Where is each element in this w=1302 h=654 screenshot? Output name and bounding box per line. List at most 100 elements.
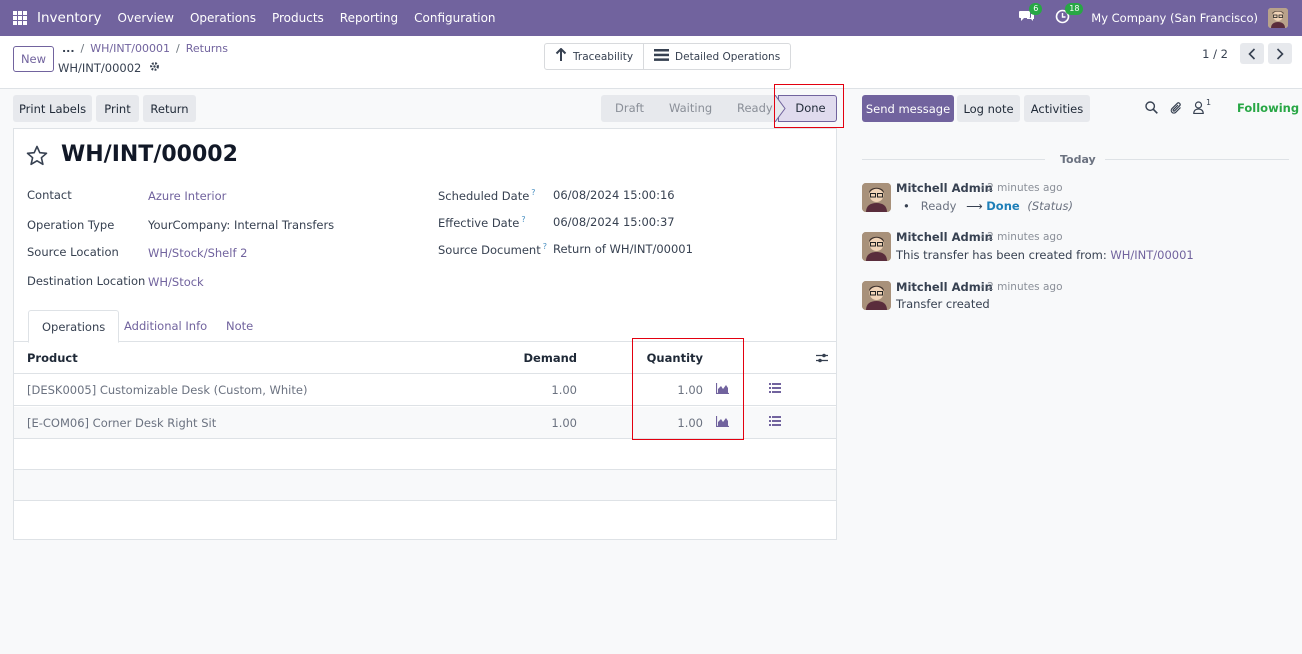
messages-badge: 6 bbox=[1029, 3, 1043, 15]
record-name: WH/INT/00002 bbox=[58, 61, 142, 75]
star-icon[interactable] bbox=[26, 145, 48, 169]
field-label-effective-date: Effective Date? bbox=[438, 215, 526, 230]
field-source-document[interactable]: Return of WH/INT/00001 bbox=[553, 242, 693, 256]
chevron-left-icon[interactable] bbox=[1240, 43, 1264, 64]
field-effective-date[interactable]: 06/08/2024 15:00:37 bbox=[553, 215, 675, 229]
pager-value[interactable]: 1 / 2 bbox=[1202, 47, 1228, 61]
row-product[interactable]: [DESK0005] Customizable Desk (Custom, Wh… bbox=[27, 374, 307, 406]
date-separator: Today bbox=[1060, 153, 1096, 166]
detailed-operations-button[interactable]: Detailed Operations bbox=[643, 44, 790, 69]
column-demand[interactable]: Demand bbox=[523, 342, 577, 374]
help-icon[interactable]: ? bbox=[521, 215, 525, 224]
field-contact[interactable]: Azure Interior bbox=[148, 189, 226, 203]
message-time: - 2 minutes ago bbox=[980, 281, 1063, 293]
menu-operations[interactable]: Operations bbox=[182, 11, 264, 25]
app-name[interactable]: Inventory bbox=[37, 10, 101, 26]
apps-grid-icon[interactable] bbox=[13, 11, 27, 25]
source-document-label-text: Source Document bbox=[438, 242, 541, 257]
message-time: - 2 minutes ago bbox=[980, 231, 1063, 243]
activities-badge: 18 bbox=[1065, 3, 1084, 15]
message-text: This transfer has been created from: bbox=[896, 248, 1107, 262]
message-link[interactable]: WH/INT/00001 bbox=[1110, 248, 1193, 262]
paperclip-icon[interactable] bbox=[1170, 101, 1183, 118]
status-draft[interactable]: Draft bbox=[615, 95, 644, 122]
column-product[interactable]: Product bbox=[27, 342, 78, 374]
avatar[interactable] bbox=[862, 281, 891, 310]
user-avatar[interactable] bbox=[1268, 8, 1288, 28]
breadcrumb-item[interactable]: WH/INT/00001 bbox=[90, 42, 170, 55]
status-waiting[interactable]: Waiting bbox=[669, 95, 712, 122]
tab-operations[interactable]: Operations bbox=[28, 310, 120, 343]
new-state: Done bbox=[986, 199, 1020, 213]
print-labels-button[interactable]: Print Labels bbox=[13, 95, 92, 122]
tab-additional-info[interactable]: Additional Info bbox=[111, 310, 220, 342]
message-body: Transfer created bbox=[896, 297, 990, 311]
field-destination-location[interactable]: WH/Stock bbox=[148, 275, 204, 289]
avatar[interactable] bbox=[862, 183, 891, 212]
highlight-quantity-column bbox=[632, 338, 744, 440]
message-body: This transfer has been created from: WH/… bbox=[896, 248, 1194, 262]
help-icon[interactable]: ? bbox=[543, 242, 547, 251]
row-product[interactable]: [E-COM06] Corner Desk Right Sit bbox=[27, 407, 216, 439]
smart-buttons: Traceability Detailed Operations bbox=[544, 43, 792, 70]
arrow-up-icon bbox=[555, 47, 567, 65]
empty-row bbox=[14, 439, 836, 470]
activities-button[interactable]: Activities bbox=[1024, 95, 1090, 122]
menu-products[interactable]: Products bbox=[264, 11, 332, 25]
following-toggle[interactable]: Following bbox=[1237, 101, 1299, 115]
chevron-right-icon[interactable] bbox=[1268, 43, 1292, 64]
traceability-button[interactable]: Traceability bbox=[545, 44, 643, 69]
field-label-destination-location: Destination Location bbox=[27, 274, 146, 288]
message-author[interactable]: Mitchell Admin bbox=[896, 230, 993, 244]
menu-overview[interactable]: Overview bbox=[109, 11, 182, 25]
row-demand[interactable]: 1.00 bbox=[551, 374, 577, 406]
field-label-source-location: Source Location bbox=[27, 245, 119, 259]
tracking-value: • Ready ⟶ Done (Status) bbox=[903, 199, 1073, 213]
arrow-right-icon: ⟶ bbox=[966, 199, 983, 213]
message-author[interactable]: Mitchell Admin bbox=[896, 181, 993, 195]
gear-icon[interactable] bbox=[149, 61, 160, 75]
breadcrumb-item[interactable]: Returns bbox=[186, 42, 228, 55]
pager: 1 / 2 bbox=[1202, 43, 1292, 64]
optional-columns-icon[interactable] bbox=[816, 352, 828, 364]
tracked-field: (Status) bbox=[1027, 199, 1073, 213]
avatar[interactable] bbox=[862, 232, 891, 261]
current-record: WH/INT/00002 bbox=[58, 61, 160, 75]
breadcrumb-ellipsis[interactable]: ... bbox=[62, 42, 75, 55]
breadcrumb-separator: / bbox=[176, 42, 180, 55]
search-icon[interactable] bbox=[1145, 101, 1158, 117]
print-button[interactable]: Print bbox=[96, 95, 139, 122]
send-message-button[interactable]: Send message bbox=[862, 95, 954, 122]
detailed-operations-label: Detailed Operations bbox=[675, 50, 781, 63]
new-button[interactable]: New bbox=[13, 46, 54, 72]
help-icon[interactable]: ? bbox=[531, 188, 535, 197]
return-button[interactable]: Return bbox=[143, 95, 196, 122]
field-source-location[interactable]: WH/Stock/Shelf 2 bbox=[148, 246, 247, 260]
status-ready[interactable]: Ready bbox=[737, 95, 773, 122]
top-navbar: Inventory Overview Operations Products R… bbox=[0, 0, 1302, 36]
scheduled-date-label-text: Scheduled Date bbox=[438, 188, 530, 203]
row-demand[interactable]: 1.00 bbox=[551, 407, 577, 439]
field-label-operation-type: Operation Type bbox=[27, 218, 115, 232]
field-label-scheduled-date: Scheduled Date? bbox=[438, 188, 536, 203]
record-title: WH/INT/00002 bbox=[61, 142, 238, 167]
field-label-contact: Contact bbox=[27, 188, 72, 202]
menu-reporting[interactable]: Reporting bbox=[332, 11, 406, 25]
old-state: Ready bbox=[920, 199, 957, 213]
bullet: • bbox=[903, 199, 921, 213]
activities-clock-icon[interactable]: 18 bbox=[1055, 3, 1084, 27]
field-operation-type[interactable]: YourCompany: Internal Transfers bbox=[148, 218, 334, 232]
menu-configuration[interactable]: Configuration bbox=[406, 11, 503, 25]
details-list-icon[interactable] bbox=[769, 416, 781, 426]
control-panel: New ... / WH/INT/00001 / Returns WH/INT/… bbox=[0, 36, 1302, 89]
message-author[interactable]: Mitchell Admin bbox=[896, 280, 993, 294]
followers-icon[interactable]: 1 bbox=[1193, 98, 1211, 117]
company-switcher[interactable]: My Company (San Francisco) bbox=[1091, 11, 1258, 25]
message-time: - 2 minutes ago bbox=[980, 182, 1063, 194]
log-note-button[interactable]: Log note bbox=[957, 95, 1020, 122]
field-scheduled-date[interactable]: 06/08/2024 15:00:16 bbox=[553, 188, 675, 202]
messaging-icon[interactable]: 6 bbox=[1019, 3, 1043, 27]
details-list-icon[interactable] bbox=[769, 383, 781, 393]
tab-note[interactable]: Note bbox=[213, 310, 266, 342]
breadcrumb-separator: / bbox=[80, 42, 85, 55]
